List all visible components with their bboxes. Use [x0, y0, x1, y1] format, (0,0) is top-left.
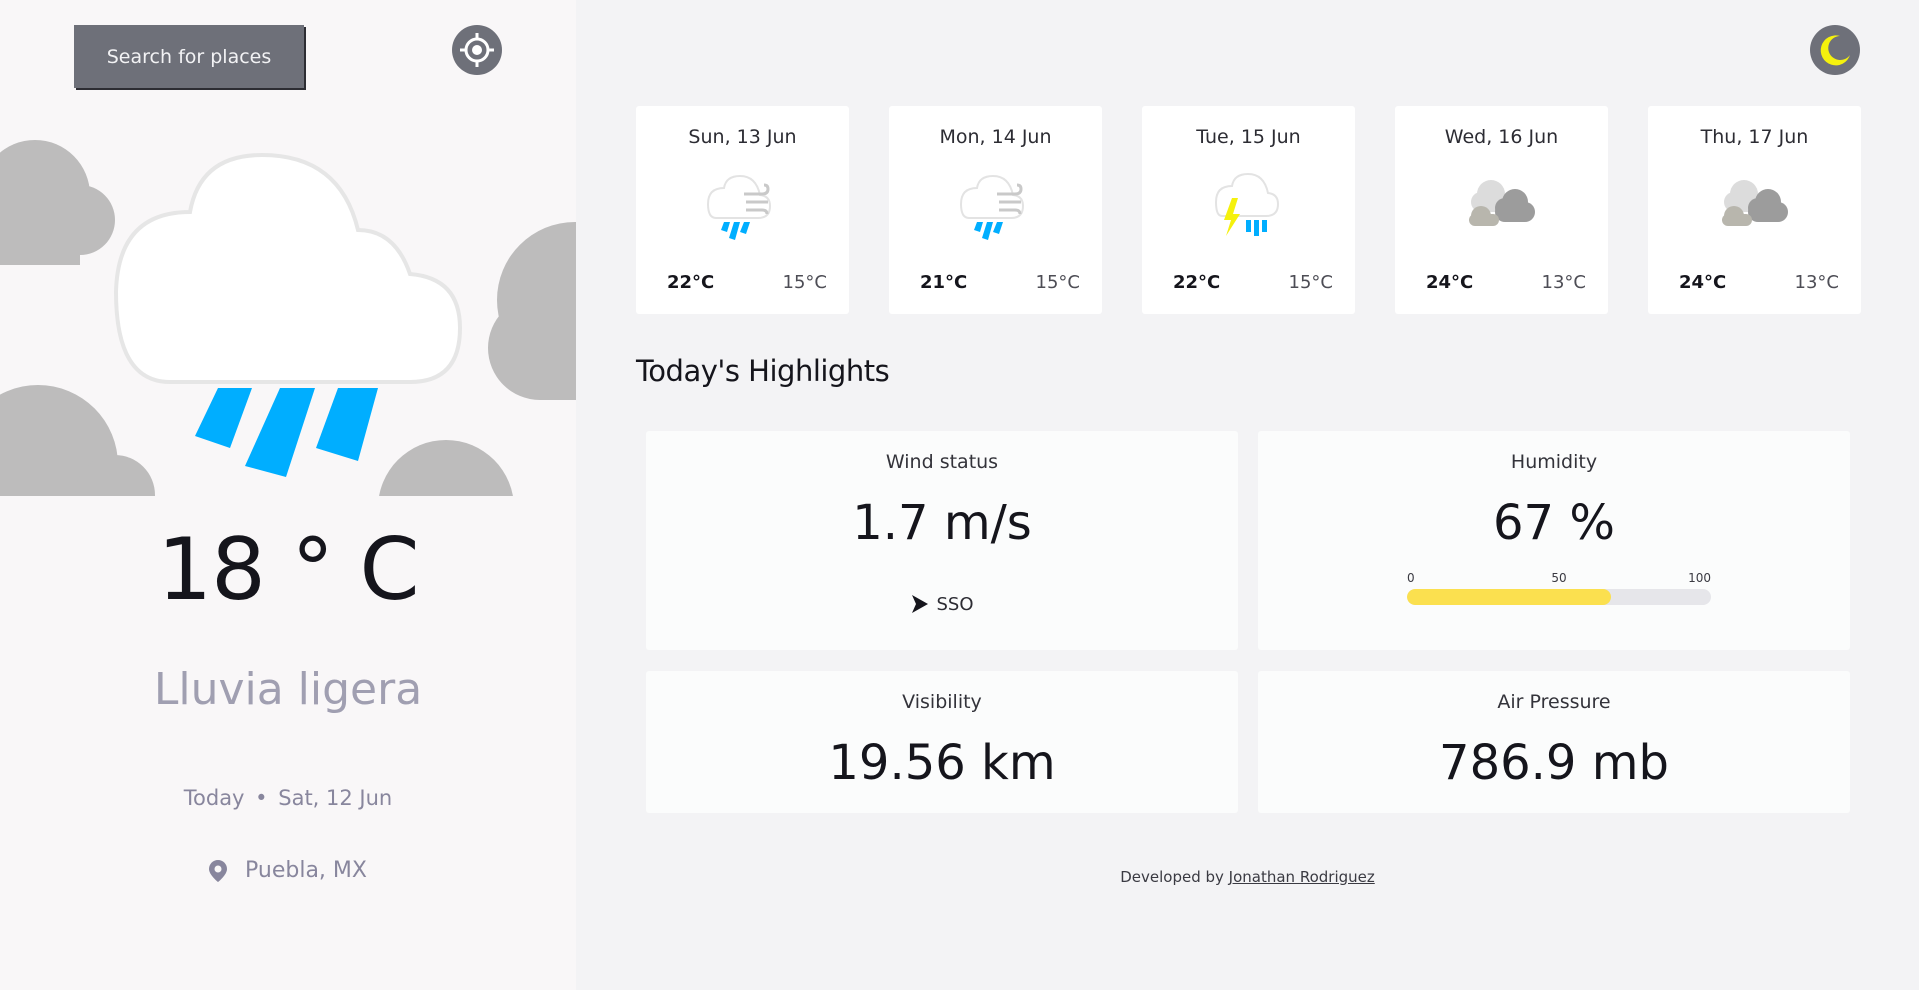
forecast-min-temp: 15°C — [782, 272, 827, 293]
forecast-day: Sun, 13 Jun — [688, 126, 797, 148]
rain-wind-icon — [706, 174, 772, 240]
forecast-day: Wed, 16 Jun — [1444, 126, 1559, 148]
forecast-list: Sun, 13 Jun 22°C 15°C Mon, 14 Jun 21°C 1… — [636, 106, 1861, 314]
wind-status-card: Wind status 1.7 m/s SSO — [646, 431, 1238, 650]
cloudy-icon — [1469, 180, 1535, 226]
wind-status-value: 1.7 m/s — [852, 495, 1032, 551]
rain-wind-icon — [959, 174, 1025, 240]
forecast-max-temp: 24°C — [1426, 272, 1474, 293]
forecast-card: Sun, 13 Jun 22°C 15°C — [636, 106, 849, 314]
map-pin-icon — [209, 859, 228, 882]
humidity-scale-max: 100 — [1688, 571, 1711, 585]
humidity-bar: 0 50 100 — [1407, 571, 1711, 605]
date-separator: • — [255, 786, 268, 810]
today-label: Today — [183, 786, 245, 810]
weather-condition: Lluvia ligera — [153, 664, 423, 715]
humidity-scale-mid: 50 — [1551, 571, 1567, 585]
main-panel: Sun, 13 Jun 22°C 15°C Mon, 14 Jun 21°C 1… — [576, 0, 1919, 990]
cloudy-icon — [1722, 180, 1788, 226]
forecast-min-temp: 15°C — [1035, 272, 1080, 293]
wind-direction-label: SSO — [936, 593, 974, 615]
weather-illustration — [0, 140, 576, 496]
humidity-card: Humidity 67 % 0 50 100 — [1258, 431, 1850, 650]
humidity-label: Humidity — [1510, 451, 1598, 473]
app: Search for places 18 ° C Lluvia ligera T… — [0, 0, 1919, 990]
forecast-max-temp: 21°C — [920, 272, 968, 293]
air-pressure-value: 786.9 mb — [1439, 735, 1669, 791]
humidity-bar-track — [1407, 589, 1711, 605]
humidity-bar-fill — [1407, 589, 1611, 605]
air-pressure-card: Air Pressure 786.9 mb — [1258, 671, 1850, 813]
navigation-arrow-icon — [912, 595, 929, 613]
humidity-scale-min: 0 — [1407, 571, 1415, 585]
dark-mode-toggle[interactable] — [1810, 25, 1860, 75]
location-label: Puebla, MX — [245, 858, 367, 883]
current-date: Today • Sat, 12 Jun — [0, 786, 576, 810]
crosshair-icon — [460, 33, 494, 67]
forecast-card: Wed, 16 Jun 24°C 13°C — [1395, 106, 1608, 314]
current-location-button[interactable] — [452, 25, 502, 75]
forecast-day: Thu, 17 Jun — [1700, 126, 1809, 148]
forecast-day: Tue, 15 Jun — [1196, 126, 1301, 148]
footer: Developed by Jonathan Rodriguez — [576, 868, 1919, 886]
forecast-min-temp: 15°C — [1288, 272, 1333, 293]
forecast-card: Thu, 17 Jun 24°C 13°C — [1648, 106, 1861, 314]
humidity-scale: 0 50 100 — [1407, 571, 1711, 587]
current-location: Puebla, MX — [0, 858, 576, 883]
forecast-max-temp: 22°C — [1173, 272, 1221, 293]
current-temperature: 18 ° C — [157, 520, 419, 620]
moon-icon — [1820, 35, 1850, 66]
light-rain-cloud-icon — [113, 152, 463, 477]
wind-direction: SSO — [646, 593, 1238, 615]
forecast-min-temp: 13°C — [1541, 272, 1586, 293]
visibility-label: Visibility — [902, 691, 982, 713]
date-value: Sat, 12 Jun — [278, 786, 393, 810]
air-pressure-label: Air Pressure — [1497, 691, 1611, 713]
author-link[interactable]: Jonathan Rodriguez — [1229, 868, 1375, 886]
highlights-title: Today's Highlights — [636, 354, 890, 388]
forecast-day: Mon, 14 Jun — [939, 126, 1052, 148]
footer-prefix: Developed by — [1120, 868, 1229, 886]
wind-status-label: Wind status — [885, 451, 999, 473]
visibility-card: Visibility 19.56 km — [646, 671, 1238, 813]
forecast-max-temp: 24°C — [1679, 272, 1727, 293]
search-places-button[interactable]: Search for places — [74, 25, 304, 88]
visibility-value: 19.56 km — [828, 735, 1056, 791]
forecast-min-temp: 13°C — [1794, 272, 1839, 293]
forecast-card: Mon, 14 Jun 21°C 15°C — [889, 106, 1102, 314]
forecast-max-temp: 22°C — [667, 272, 715, 293]
forecast-card: Tue, 15 Jun 22°C 15°C — [1142, 106, 1355, 314]
humidity-value: 67 % — [1493, 495, 1615, 551]
sidebar: Search for places 18 ° C Lluvia ligera T… — [0, 0, 576, 990]
thunderstorm-icon — [1214, 172, 1280, 236]
